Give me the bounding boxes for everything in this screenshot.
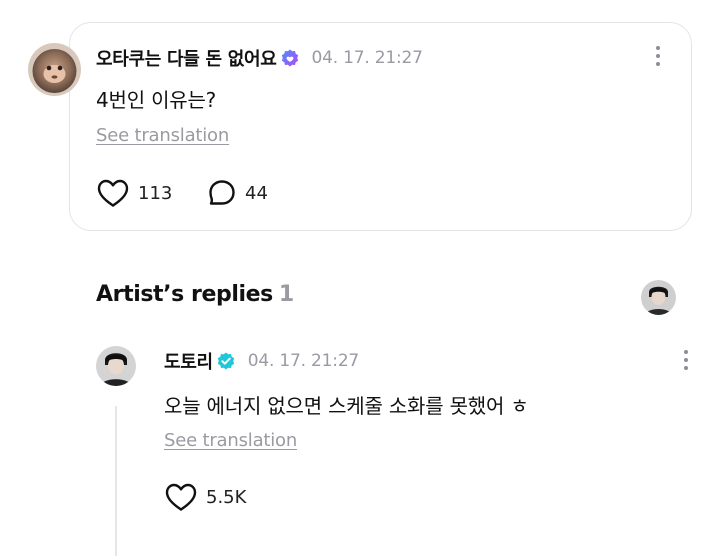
reply-more-icon[interactable] — [676, 346, 696, 374]
post-see-translation-link[interactable]: See translation — [96, 125, 229, 146]
post-header: 오타쿠는 다들 돈 없어요 04. 17. 21:27 — [96, 44, 423, 72]
reply-header: 도토리 04. 17. 21:27 — [164, 347, 359, 375]
reply-like-button[interactable]: 5.5K — [164, 482, 246, 512]
comment-icon — [209, 180, 235, 205]
post-like-count: 113 — [138, 182, 173, 204]
post-comment-button[interactable]: 44 — [207, 178, 268, 208]
post-comment-count: 44 — [245, 182, 268, 204]
reply-like-count: 5.5K — [206, 486, 247, 508]
reply-username[interactable]: 도토리 — [164, 348, 213, 374]
reply-author-avatar[interactable] — [96, 346, 136, 386]
artist-replies-title: Artist’s replies 1 — [96, 282, 294, 307]
heart-icon — [97, 179, 129, 207]
reply-timestamp: 04. 17. 21:27 — [247, 351, 360, 371]
post-timestamp: 04. 17. 21:27 — [311, 48, 423, 68]
reply-see-translation-link[interactable]: See translation — [164, 430, 297, 451]
artist-avatar[interactable] — [641, 280, 676, 315]
verified-badge-icon — [216, 351, 236, 371]
post-username[interactable]: 오타쿠는 다들 돈 없어요 — [96, 45, 277, 71]
post-author-avatar[interactable] — [28, 43, 81, 96]
reply-text: 오늘 에너지 없으면 스케줄 소화를 못했어 ㅎ — [164, 394, 529, 418]
artist-replies-count: 1 — [278, 282, 294, 307]
post-like-button[interactable]: 113 — [96, 178, 172, 208]
post-text: 4번인 이유는? — [96, 88, 217, 112]
post-more-icon[interactable] — [648, 42, 668, 70]
verified-badge-icon — [280, 48, 300, 68]
reply-thread-line — [115, 406, 117, 556]
heart-icon — [165, 483, 197, 511]
artist-replies-label: Artist’s replies — [96, 282, 273, 307]
